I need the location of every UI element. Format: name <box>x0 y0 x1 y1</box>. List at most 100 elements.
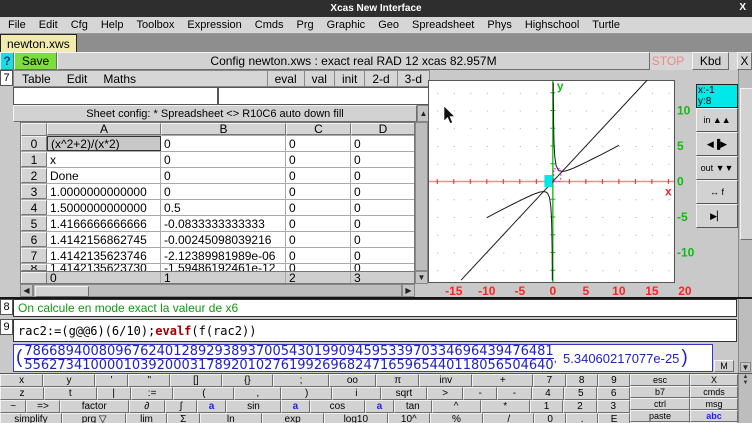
cell-C7[interactable]: 0 <box>286 248 351 263</box>
key-ctrl[interactable]: ctrl <box>630 398 690 410</box>
menu-geo[interactable]: Geo <box>378 19 399 31</box>
cell-B8[interactable]: -1.59486192461e-12 <box>161 264 286 271</box>
key-[interactable]: := <box>131 387 174 400</box>
menu-phys[interactable]: Phys <box>487 19 511 31</box>
cell-B7[interactable]: -2.12389981989e-06 <box>161 248 286 263</box>
key-cmds[interactable]: cmds <box>690 386 738 398</box>
graph-pan-horizontal-button[interactable]: ◀▐▶ <box>696 132 738 156</box>
tab-newton-xws[interactable]: newton.xws <box>0 34 77 52</box>
kbd-toggle-button[interactable]: Kbd <box>692 52 729 70</box>
cell-value-input[interactable] <box>218 87 430 105</box>
key-[interactable]: [] <box>170 374 221 387</box>
sheet-button-eval[interactable]: eval <box>267 71 304 86</box>
key-[interactable]: ∂ <box>129 400 165 413</box>
partial-cell-A[interactable]: 0 <box>47 272 161 284</box>
key-1[interactable]: 1 <box>530 400 563 413</box>
cell-D7[interactable]: 0 <box>351 248 415 263</box>
sheet-config-button[interactable]: Sheet config: * Spreadsheet <> R10C6 aut… <box>13 105 417 122</box>
key-[interactable]: * <box>481 400 530 413</box>
cell-A1[interactable]: x <box>47 152 161 167</box>
key-[interactable]: + <box>472 374 533 387</box>
sheet-button-3-d[interactable]: 3-d <box>397 71 429 86</box>
key-[interactable]: {} <box>222 374 273 387</box>
key-[interactable]: Σ <box>167 413 200 423</box>
sheet-scroll-right-icon[interactable]: ▶ <box>402 284 415 297</box>
key-[interactable]: ∫ <box>165 400 197 413</box>
menu-highschool[interactable]: Highschool <box>525 19 579 31</box>
key-cos[interactable]: cos <box>310 400 365 413</box>
key-[interactable]: / <box>483 413 534 423</box>
config-status-button[interactable]: Config newton.xws : exact real RAD 12 xc… <box>57 52 650 70</box>
partial-cell-B[interactable]: 1 <box>161 272 286 284</box>
key-3[interactable]: 3 <box>597 400 630 413</box>
cell-D5[interactable]: 0 <box>351 216 415 231</box>
row-header-3[interactable]: 3 <box>21 184 47 199</box>
menu-cfg[interactable]: Cfg <box>71 19 88 31</box>
key-simplify[interactable]: simplify <box>0 413 62 423</box>
menu-cmds[interactable]: Cmds <box>255 19 284 31</box>
key-2[interactable]: 2 <box>563 400 596 413</box>
level9-command-input[interactable]: rac2:=(g@@6)(6/10); evalf(f(rac2)) <box>13 319 737 342</box>
key-[interactable]: ' <box>95 374 129 387</box>
menu-prg[interactable]: Prg <box>297 19 314 31</box>
key-[interactable]: - <box>497 387 531 400</box>
col-header-D[interactable]: D <box>351 123 415 135</box>
row-header-8[interactable]: 8 <box>21 264 47 271</box>
partial-cell-C[interactable]: 2 <box>286 272 351 284</box>
partial-row-header[interactable] <box>21 272 47 284</box>
cell-A2[interactable]: Done <box>47 168 161 183</box>
row-header-5[interactable]: 5 <box>21 216 47 231</box>
key-sqrt[interactable]: sqrt <box>381 387 428 400</box>
sheet-button-val[interactable]: val <box>304 71 334 86</box>
key-z[interactable]: z <box>0 387 44 400</box>
result-m-button[interactable]: M <box>714 360 734 372</box>
cell-A3[interactable]: 1.0000000000000 <box>47 184 161 199</box>
key-[interactable]: - <box>463 387 497 400</box>
graph-svg[interactable]: -15-10-5051015201050-5-10xy <box>428 80 698 297</box>
cell-A5[interactable]: 1.4166666666666 <box>47 216 161 231</box>
key-0[interactable]: 0 <box>534 413 566 423</box>
key-E[interactable]: E <box>598 413 630 423</box>
level9-index[interactable]: 9 <box>0 319 13 335</box>
sheet-scroll-down-icon[interactable]: ▼ <box>415 271 428 284</box>
cell-D1[interactable]: 0 <box>351 152 415 167</box>
menu-turtle[interactable]: Turtle <box>592 19 620 31</box>
row-header-2[interactable]: 2 <box>21 168 47 183</box>
cell-B1[interactable]: 0 <box>161 152 286 167</box>
cell-C1[interactable]: 0 <box>286 152 351 167</box>
key-[interactable]: % <box>430 413 484 423</box>
col-header-B[interactable]: B <box>161 123 286 135</box>
cell-A0[interactable]: (x^2+2)/(x*2) <box>47 136 161 151</box>
cell-D8[interactable]: 0 <box>351 264 414 271</box>
graph-canvas[interactable]: -15-10-5051015201050-5-10xy <box>428 80 698 297</box>
key-exp[interactable]: exp <box>262 413 324 423</box>
stop-button[interactable]: STOP <box>650 52 686 70</box>
key-[interactable]: , <box>234 387 281 400</box>
key-oo[interactable]: oo <box>329 374 376 387</box>
keyboard-scroll-strip[interactable]: ▲▼ <box>738 374 752 423</box>
cell-B2[interactable]: 0 <box>161 168 286 183</box>
cell-D0[interactable]: 0 <box>351 136 415 151</box>
key-[interactable]: > <box>427 387 463 400</box>
key-ln[interactable]: ln <box>200 413 262 423</box>
sheet-menu-edit[interactable]: Edit <box>67 72 88 86</box>
cell-C5[interactable]: 0 <box>286 216 351 231</box>
level8-index[interactable]: 8 <box>0 299 13 315</box>
graph-autoscale-button[interactable]: ↔ f <box>696 180 738 204</box>
key-[interactable]: ( <box>173 387 234 400</box>
key-[interactable]: . <box>566 413 598 423</box>
key-X[interactable]: X <box>690 374 738 386</box>
sheet-vscrollbar[interactable] <box>415 122 428 271</box>
key-msg[interactable]: msg <box>690 398 738 410</box>
sheet-menu-table[interactable]: Table <box>22 72 51 86</box>
cell-D3[interactable]: 0 <box>351 184 415 199</box>
col-header-C[interactable]: C <box>286 123 351 135</box>
key-tan[interactable]: tan <box>394 400 432 413</box>
key-esc[interactable]: esc <box>630 374 690 386</box>
sheet-button-init[interactable]: init <box>334 71 364 86</box>
key-[interactable]: => <box>26 400 59 413</box>
help-button[interactable]: ? <box>0 52 14 70</box>
key-a[interactable]: a <box>197 400 226 413</box>
cell-A4[interactable]: 1.5000000000000 <box>47 200 161 215</box>
cell-D2[interactable]: 0 <box>351 168 415 183</box>
